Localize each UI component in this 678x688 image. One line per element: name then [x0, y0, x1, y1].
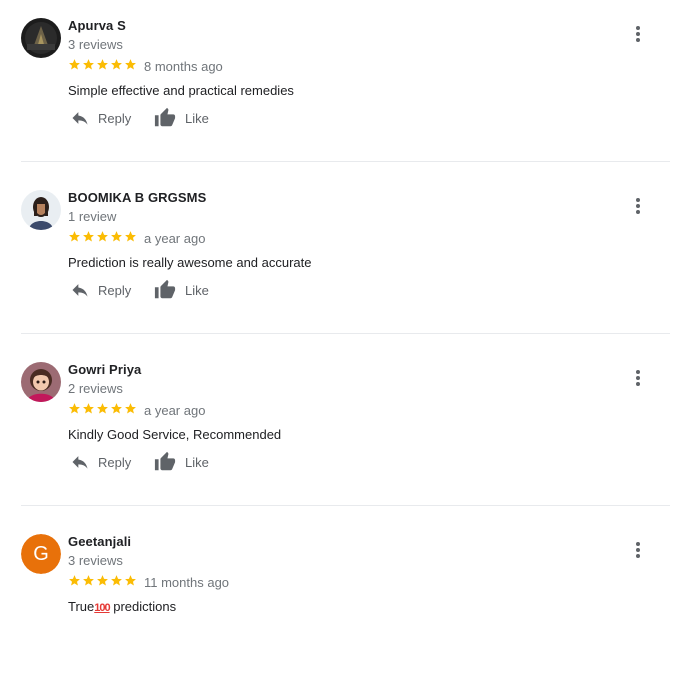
star-icon [125, 575, 136, 586]
review-text-after: predictions [109, 599, 177, 614]
star-icon [83, 231, 94, 242]
avatar-photo-icon [21, 362, 61, 402]
reply-button[interactable]: Reply [70, 448, 131, 476]
reviewer-avatar[interactable] [21, 18, 61, 58]
reviewer-review-count: 2 reviews [68, 381, 123, 396]
like-label: Like [185, 282, 209, 298]
review-card: G Geetanjali 3 reviews 11 months ago Tru… [0, 516, 678, 688]
review-card: BOOMIKA B GRGSMS 1 review a year ago Pre… [0, 172, 678, 344]
star-rating [68, 230, 137, 243]
more-options-button[interactable] [628, 24, 648, 44]
star-icon [97, 59, 108, 70]
review-date: 8 months ago [144, 59, 223, 74]
star-icon [111, 59, 122, 70]
review-divider [21, 333, 670, 334]
star-rating [68, 402, 137, 415]
like-button[interactable]: Like [153, 448, 209, 476]
thumbs-up-icon [154, 107, 176, 127]
thumbs-up-icon [154, 451, 176, 471]
star-icon [69, 403, 80, 414]
reply-label: Reply [98, 454, 132, 470]
more-vert-icon [636, 542, 640, 558]
star-icon [83, 59, 94, 70]
thumbs-up-icon [154, 279, 176, 299]
review-date: a year ago [144, 231, 206, 246]
star-icon [83, 403, 94, 414]
reviewer-name[interactable]: Gowri Priya [68, 362, 141, 377]
review-text: Simple effective and practical remedies [68, 83, 294, 98]
star-icon [125, 59, 136, 70]
star-icon [83, 575, 94, 586]
reply-label: Reply [98, 282, 132, 298]
star-icon [97, 231, 108, 242]
star-icon [97, 575, 108, 586]
hundred-points-emoji-icon: 100 [94, 602, 110, 614]
like-label: Like [185, 110, 209, 126]
star-rating [68, 574, 137, 587]
review-card: Gowri Priya 2 reviews a year ago Kindly … [0, 344, 678, 516]
review-text-before: True [68, 599, 95, 614]
star-icon [111, 231, 122, 242]
avatar-letter: G [21, 534, 61, 574]
reviewer-review-count: 3 reviews [68, 37, 123, 52]
review-text: Kindly Good Service, Recommended [68, 427, 282, 442]
reviewer-name[interactable]: BOOMIKA B GRGSMS [68, 190, 206, 205]
reviewer-name[interactable]: Geetanjali [68, 534, 131, 549]
star-icon [69, 575, 80, 586]
reviewer-review-count: 1 review [68, 209, 117, 224]
reviewer-avatar[interactable] [21, 190, 61, 230]
review-date: a year ago [144, 403, 206, 418]
reply-icon [72, 112, 88, 125]
star-icon [125, 403, 136, 414]
review-card: Apurva S 3 reviews 8 months ago Simple e… [0, 0, 678, 172]
more-options-button[interactable] [628, 368, 648, 388]
avatar-photo-icon [21, 18, 61, 58]
reviewer-avatar[interactable] [21, 362, 61, 402]
review-date: 11 months ago [144, 575, 230, 590]
like-label: Like [185, 454, 209, 470]
star-icon [97, 403, 108, 414]
reviewer-avatar[interactable]: G [21, 534, 61, 574]
more-vert-icon [636, 198, 640, 214]
review-divider [21, 161, 670, 162]
reply-icon [72, 456, 88, 469]
star-rating [68, 58, 137, 71]
more-options-button[interactable] [628, 196, 648, 216]
more-options-button[interactable] [628, 540, 648, 560]
more-vert-icon [636, 370, 640, 386]
reply-button[interactable]: Reply [70, 104, 131, 132]
reviewer-name[interactable]: Apurva S [68, 18, 126, 33]
review-text: True100 predictions [68, 599, 176, 614]
star-icon [111, 403, 122, 414]
avatar-photo-icon [21, 190, 61, 230]
reply-button[interactable]: Reply [70, 276, 131, 304]
like-button[interactable]: Like [153, 276, 209, 304]
review-text: Prediction is really awesome and accurat… [68, 255, 312, 270]
reply-icon [72, 284, 88, 297]
reply-label: Reply [98, 110, 132, 126]
star-icon [125, 231, 136, 242]
star-icon [69, 59, 80, 70]
reviewer-review-count: 3 reviews [68, 553, 123, 568]
more-vert-icon [636, 26, 640, 42]
star-icon [69, 231, 80, 242]
review-divider [21, 505, 670, 506]
like-button[interactable]: Like [153, 104, 209, 132]
star-icon [111, 575, 122, 586]
